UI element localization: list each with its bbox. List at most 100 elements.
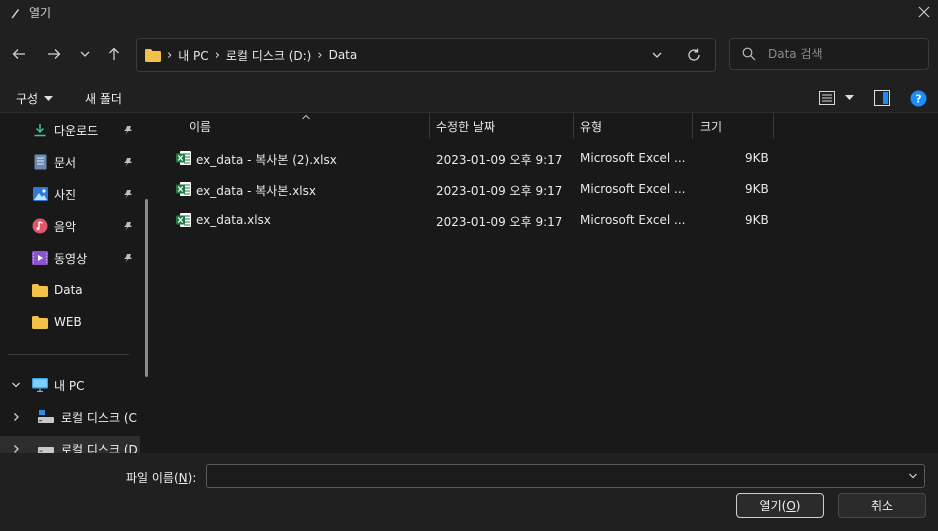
excel-file-icon xyxy=(176,213,191,227)
sidebar-item-label: WEB xyxy=(54,315,82,329)
computer-icon xyxy=(32,377,48,393)
sidebar-item-downloads[interactable]: 다운로드 xyxy=(0,117,140,143)
file-name: ex_data.xlsx xyxy=(196,213,271,227)
filename-label: 파일 이름(N): xyxy=(126,469,196,486)
document-icon xyxy=(32,154,48,170)
filename-label-text: 파일 이름( xyxy=(126,471,179,485)
sidebar-item-data[interactable]: Data xyxy=(0,277,140,303)
pen-icon xyxy=(8,6,22,20)
folder-icon xyxy=(145,48,161,62)
search-box[interactable] xyxy=(729,38,929,70)
sidebar-item-drive-c[interactable]: 로컬 디스크 (C xyxy=(0,404,140,430)
file-name: ex_data - 복사본.xlsx xyxy=(196,184,316,198)
sidebar-item-videos[interactable]: 동영상 xyxy=(0,245,140,271)
address-bar[interactable]: › 내 PC › 로컬 디스크 (D:) › Data xyxy=(136,38,716,72)
sort-ascending-icon xyxy=(301,113,311,124)
filename-combobox[interactable] xyxy=(206,464,925,488)
close-icon[interactable] xyxy=(914,2,934,22)
view-dropdown-icon[interactable] xyxy=(840,89,858,107)
chevron-right-icon[interactable] xyxy=(10,443,22,453)
file-size: 9KB xyxy=(745,182,769,196)
sidebar-item-label: 다운로드 xyxy=(54,123,99,138)
new-folder-label: 새 폴더 xyxy=(85,92,122,106)
sidebar-item-label: 사진 xyxy=(54,187,77,202)
navigation-pane: 다운로드 문서 사진 음악 동영상 Data WEB 내 PC 로컬 디스크 (… xyxy=(0,113,157,453)
filename-label-end: ): xyxy=(187,471,197,485)
file-type: Microsoft Excel ... xyxy=(580,213,686,227)
sidebar-item-pictures[interactable]: 사진 xyxy=(0,181,140,207)
column-separator[interactable] xyxy=(429,113,430,139)
pin-icon[interactable] xyxy=(122,220,134,232)
column-header-name[interactable]: 이름 xyxy=(189,113,211,139)
sidebar-item-label: 내 PC xyxy=(54,378,85,393)
sidebar-item-label: Data xyxy=(54,283,83,297)
column-separator[interactable] xyxy=(573,113,574,139)
column-header-label: 유형 xyxy=(580,119,603,134)
refresh-icon[interactable] xyxy=(685,46,703,64)
open-button[interactable]: 열기(O) xyxy=(736,493,824,518)
column-separator[interactable] xyxy=(773,113,774,139)
file-size: 9KB xyxy=(745,151,769,165)
breadcrumb-drive[interactable]: 로컬 디스크 (D:) xyxy=(226,47,311,64)
sidebar-item-label: 문서 xyxy=(54,155,77,170)
pin-icon[interactable] xyxy=(122,188,134,200)
table-row[interactable]: ex_data - 복사본 (2).xlsx 2023-01-09 오후 9:1… xyxy=(171,144,781,172)
sidebar-item-documents[interactable]: 문서 xyxy=(0,149,140,175)
column-header-label: 이름 xyxy=(189,119,212,134)
file-modified: 2023-01-09 오후 9:17 xyxy=(436,215,563,229)
column-header-type[interactable]: 유형 xyxy=(580,113,602,139)
sidebar-item-label: 로컬 디스크 (C xyxy=(61,410,137,425)
file-modified: 2023-01-09 오후 9:17 xyxy=(436,184,563,198)
organize-button[interactable]: 구성 xyxy=(16,90,54,107)
arrow-up-icon[interactable] xyxy=(103,43,125,65)
breadcrumb-data[interactable]: Data xyxy=(329,48,358,62)
preview-pane-icon[interactable] xyxy=(873,89,891,107)
pin-icon[interactable] xyxy=(122,252,134,264)
search-icon xyxy=(742,47,756,61)
folder-icon xyxy=(32,282,48,298)
column-separator[interactable] xyxy=(692,113,693,139)
sidebar-item-label: 로컬 디스크 (D xyxy=(61,442,138,454)
view-list-icon[interactable] xyxy=(818,89,836,107)
address-dropdown-icon[interactable] xyxy=(649,47,665,63)
column-header-size[interactable]: 크기 xyxy=(700,113,722,139)
chevron-right-icon[interactable] xyxy=(10,411,22,423)
column-header-label: 수정한 날짜 xyxy=(436,119,496,134)
chevron-down-icon[interactable] xyxy=(74,43,96,65)
sidebar-divider xyxy=(8,354,129,355)
video-icon xyxy=(32,250,48,266)
svg-text:?: ? xyxy=(915,92,921,105)
file-modified: 2023-01-09 오후 9:17 xyxy=(436,153,563,167)
file-size: 9KB xyxy=(745,213,769,227)
filename-input[interactable] xyxy=(213,468,893,482)
pin-icon[interactable] xyxy=(122,124,134,136)
search-input[interactable] xyxy=(768,47,918,61)
breadcrumb-this-pc[interactable]: 내 PC xyxy=(178,47,208,64)
drive-icon xyxy=(38,409,54,425)
help-icon[interactable]: ? xyxy=(909,89,927,107)
table-row[interactable]: ex_data.xlsx 2023-01-09 오후 9:17 Microsof… xyxy=(171,206,781,234)
arrow-right-icon[interactable] xyxy=(43,43,65,65)
sidebar-item-web[interactable]: WEB xyxy=(0,309,140,335)
command-bar: 구성 새 폴더 ? xyxy=(0,83,938,113)
column-header-label: 크기 xyxy=(700,119,723,134)
sidebar-item-music[interactable]: 음악 xyxy=(0,213,140,239)
arrow-left-icon[interactable] xyxy=(8,43,30,65)
sidebar-scrollbar[interactable] xyxy=(145,199,148,377)
chevron-down-icon[interactable] xyxy=(10,379,22,391)
pin-icon[interactable] xyxy=(122,156,134,168)
chevron-right-icon: › xyxy=(167,47,173,63)
cancel-button[interactable]: 취소 xyxy=(838,493,926,518)
file-type: Microsoft Excel ... xyxy=(580,182,686,196)
sidebar-item-this-pc[interactable]: 내 PC xyxy=(0,372,140,398)
window-title: 열기 xyxy=(29,6,52,20)
new-folder-button[interactable]: 새 폴더 xyxy=(85,90,122,107)
sidebar-item-drive-d[interactable]: 로컬 디스크 (D xyxy=(0,436,140,453)
caret-down-icon xyxy=(44,95,54,101)
cancel-button-label: 취소 xyxy=(870,499,894,513)
open-button-access-key: O xyxy=(786,498,796,513)
table-row[interactable]: ex_data - 복사본.xlsx 2023-01-09 오후 9:17 Mi… xyxy=(171,175,781,203)
sidebar-item-label: 동영상 xyxy=(54,251,88,266)
chevron-down-icon[interactable] xyxy=(906,469,920,483)
column-header-modified[interactable]: 수정한 날짜 xyxy=(436,113,495,139)
